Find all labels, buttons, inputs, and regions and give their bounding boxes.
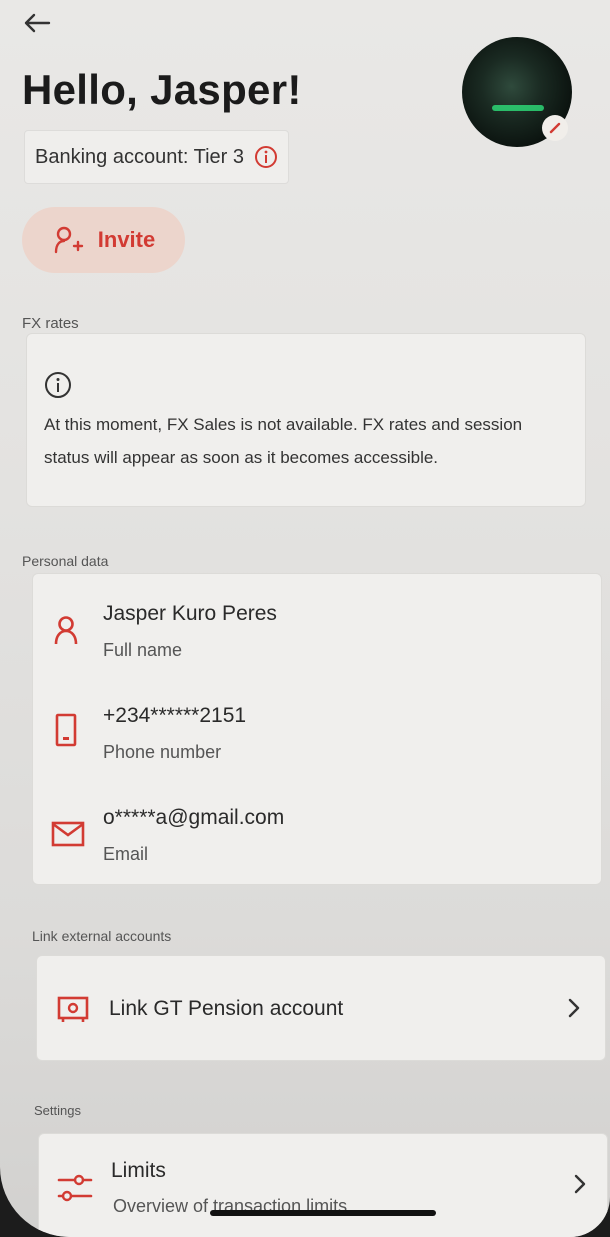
arrow-left-icon <box>24 13 51 33</box>
info-icon <box>45 372 71 398</box>
limits-button[interactable]: Limits Overview of transaction limits <box>38 1133 608 1237</box>
invite-button[interactable]: Invite <box>22 207 185 273</box>
invite-label: Invite <box>97 227 156 252</box>
personal-data-card: Jasper Kuro Peres Full name +234******21… <box>32 573 602 885</box>
fx-section-title: FX rates <box>22 315 79 332</box>
mail-icon <box>51 821 85 847</box>
avatar[interactable] <box>462 37 572 147</box>
profile-screen: Hello, Jasper! Banking account: Tier 3 I… <box>0 0 610 1237</box>
sliders-icon <box>57 1174 93 1202</box>
person-icon <box>54 616 78 645</box>
chevron-right-icon <box>574 1174 586 1194</box>
tier-label: Banking account: Tier 3 <box>35 145 245 168</box>
email-label: Email <box>103 844 149 864</box>
phone-value: +234******2151 <box>103 704 247 727</box>
chevron-right-icon <box>568 998 580 1018</box>
safe-icon <box>57 996 89 1022</box>
edit-avatar-button[interactable] <box>542 115 568 141</box>
back-button[interactable] <box>20 8 54 38</box>
phone-icon <box>55 713 77 747</box>
avatar-image-detail <box>492 105 544 111</box>
email-value: o*****a@gmail.com <box>103 806 285 829</box>
link-pension-label: Link GT Pension account <box>109 997 344 1020</box>
pencil-icon <box>549 122 561 134</box>
home-indicator[interactable] <box>210 1210 436 1216</box>
full-name-label: Full name <box>103 640 183 660</box>
phone-label: Phone number <box>103 742 222 762</box>
full-name-value: Jasper Kuro Peres <box>103 602 277 625</box>
settings-section-title: Settings <box>34 1103 81 1118</box>
phone-row: +234******2151 Phone number <box>33 676 601 766</box>
fx-message: At this moment, FX Sales is not availabl… <box>44 415 523 467</box>
link-pension-button[interactable]: Link GT Pension account <box>36 955 606 1061</box>
tier-badge[interactable]: Banking account: Tier 3 <box>24 130 290 184</box>
email-row: o*****a@gmail.com Email <box>33 778 601 868</box>
limits-label: Limits <box>111 1159 166 1182</box>
full-name-row: Jasper Kuro Peres Full name <box>33 574 601 664</box>
fx-info-card: At this moment, FX Sales is not availabl… <box>26 333 586 507</box>
external-section-title: Link external accounts <box>32 928 172 944</box>
page-title: Hello, Jasper! <box>22 66 302 113</box>
personal-section-title: Personal data <box>22 553 109 569</box>
info-icon[interactable] <box>254 145 278 169</box>
add-user-icon <box>54 226 83 254</box>
